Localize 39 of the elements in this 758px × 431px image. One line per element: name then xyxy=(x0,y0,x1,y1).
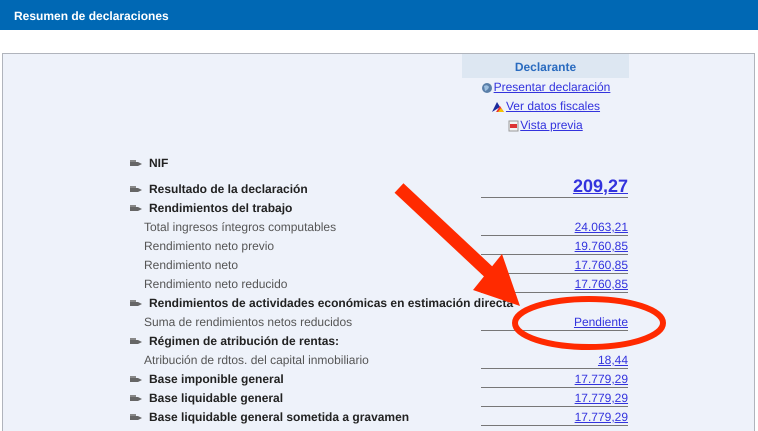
section-label: NIF xyxy=(149,155,168,172)
link[interactable]: Vista previa xyxy=(508,116,583,135)
section-label: Régimen de atribución de rentas: xyxy=(149,333,340,350)
hand-pointer-icon xyxy=(130,413,143,421)
value-link[interactable]: 18,44 xyxy=(598,352,628,368)
value-link[interactable]: 17.760,85 xyxy=(574,257,628,273)
value-link[interactable]: 19.760,85 xyxy=(574,238,628,254)
section-label: Resultado de la declaración xyxy=(149,181,308,198)
row-label: Atribución de rdtos. del capital inmobiliario xyxy=(144,352,369,369)
hand-pointer-icon xyxy=(130,204,143,212)
section-label: Base imponible general xyxy=(149,371,284,388)
logo-icon xyxy=(490,100,505,112)
hand-pointer-icon xyxy=(130,337,143,345)
row-label: Suma de rendimientos netos reducidos xyxy=(144,314,352,331)
value-link[interactable]: 24.063,21 xyxy=(574,219,628,235)
value-link[interactable]: Pendiente xyxy=(574,314,628,330)
value-link[interactable]: 209,27 xyxy=(572,175,628,197)
hand-pointer-icon xyxy=(130,375,143,383)
row-label: Rendimiento neto xyxy=(144,257,238,274)
row-label: Rendimiento neto reducido xyxy=(144,276,288,293)
value-link[interactable]: 17.779,29 xyxy=(574,390,628,406)
value-link[interactable]: 17.779,29 xyxy=(574,371,628,387)
section-label: Base liquidable general sometida a gravamen xyxy=(149,409,410,426)
row-label: Total ingresos íntegros computables xyxy=(144,219,336,236)
page-title: Resumen de declaraciones xyxy=(14,9,169,23)
row-label: Rendimiento neto previo xyxy=(144,238,274,255)
link[interactable]: Ver datos fiscales xyxy=(490,97,600,116)
hand-pointer-icon xyxy=(130,185,143,193)
document-icon xyxy=(508,120,520,132)
value-link[interactable]: 17.779,29 xyxy=(574,409,628,425)
globe-icon xyxy=(480,82,493,94)
section-label: Base liquidable general xyxy=(149,390,284,407)
hand-pointer-icon xyxy=(130,394,143,402)
value-link[interactable]: 17.760,85 xyxy=(574,276,628,292)
column-header: Declarante xyxy=(462,54,629,78)
section-label: Rendimientos del trabajo xyxy=(149,200,292,217)
hand-pointer-icon xyxy=(130,299,143,307)
link[interactable]: Presentar declaración xyxy=(480,78,610,97)
hand-pointer-icon xyxy=(130,159,143,167)
